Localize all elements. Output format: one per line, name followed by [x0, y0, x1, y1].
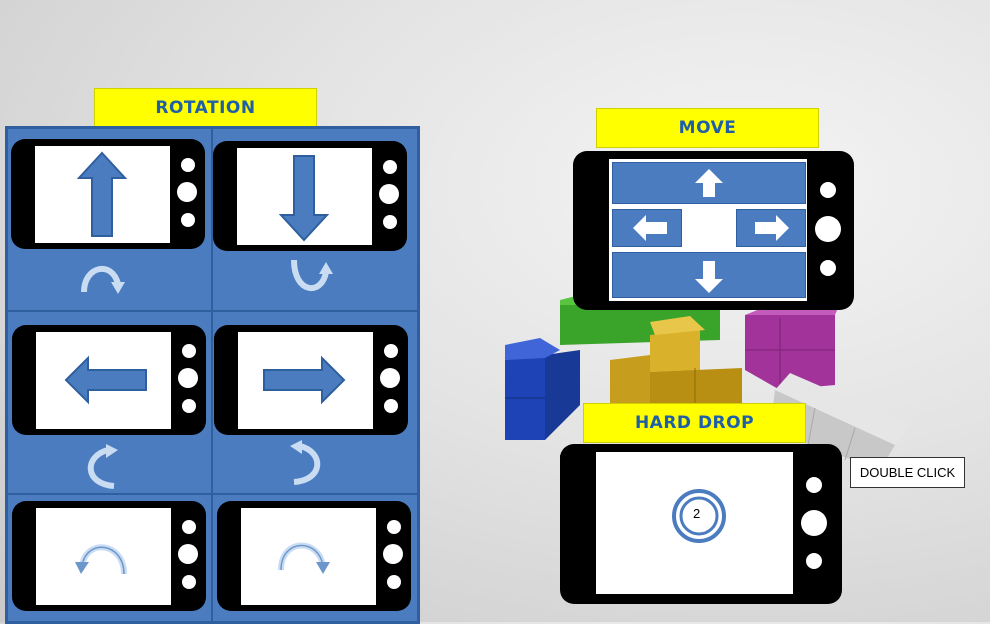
phone-button [383, 160, 397, 174]
move-label: MOVE [596, 108, 819, 148]
phone-tilt-right [214, 325, 408, 435]
phone-screen [237, 148, 372, 245]
arrow-down-icon [278, 155, 330, 242]
move-up-button[interactable] [612, 162, 806, 204]
phone-button [384, 344, 398, 358]
rotate-clockwise-icon [81, 265, 125, 294]
phone-button [379, 184, 399, 204]
phone-hard-drop: 2 [560, 444, 842, 604]
phone-screen [241, 508, 376, 605]
blue-block [505, 338, 580, 440]
phone-button [178, 368, 198, 388]
phone-move-controls [573, 151, 854, 310]
phone-screen [36, 332, 171, 429]
phone-swipe-arc-left [12, 501, 206, 611]
arrow-left-icon [633, 215, 667, 241]
phone-screen [609, 159, 807, 301]
arrow-left-icon [64, 355, 147, 405]
phone-button [820, 260, 836, 276]
phone-screen [36, 508, 171, 605]
phone-button [383, 544, 403, 564]
arrow-up-icon [695, 169, 723, 197]
arc-left-icon [75, 544, 127, 575]
phone-screen [238, 332, 373, 429]
rotate-counterclockwise-icon [87, 444, 118, 489]
phone-screen [35, 146, 170, 243]
move-down-button[interactable] [612, 252, 806, 298]
phone-tilt-down [213, 141, 407, 251]
arrow-up-icon [76, 151, 128, 237]
phone-button [178, 544, 198, 564]
arrow-down-icon [695, 261, 723, 293]
rotation-label: ROTATION [94, 88, 317, 128]
phone-button [181, 158, 195, 172]
phone-button [182, 575, 196, 589]
double-tap-icon [672, 489, 726, 543]
phone-button [380, 368, 400, 388]
phone-button [182, 520, 196, 534]
phone-button [384, 399, 398, 413]
phone-button [815, 216, 841, 242]
phone-button [820, 182, 836, 198]
move-right-button[interactable] [736, 209, 806, 247]
phone-button [806, 553, 822, 569]
phone-button [182, 399, 196, 413]
phone-button [387, 575, 401, 589]
hard-drop-label: HARD DROP [583, 403, 806, 443]
move-left-button[interactable] [612, 209, 682, 247]
phone-button [801, 510, 827, 536]
phone-tilt-left [12, 325, 206, 435]
arrow-right-icon [755, 215, 789, 241]
phone-button [177, 182, 197, 202]
double-click-note: DOUBLE CLICK [850, 457, 965, 488]
phone-button [383, 215, 397, 229]
phone-button [181, 213, 195, 227]
tap-count: 2 [693, 506, 701, 521]
phone-button [182, 344, 196, 358]
rotate-clockwise-icon [290, 440, 321, 485]
phone-button [387, 520, 401, 534]
arc-right-icon [278, 542, 330, 574]
phone-button [806, 477, 822, 493]
rotate-counterclockwise-icon [291, 259, 333, 291]
phone-swipe-arc-right [217, 501, 411, 611]
phone-tilt-up [11, 139, 205, 249]
arrow-right-icon [263, 355, 346, 405]
phone-screen[interactable]: 2 [596, 452, 793, 594]
